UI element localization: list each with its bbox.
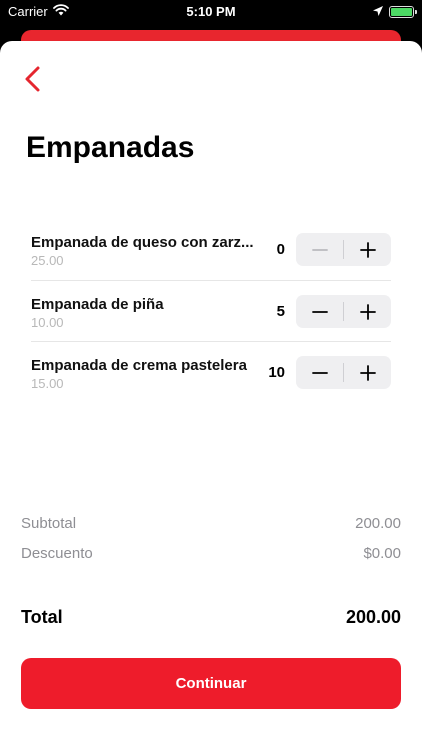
status-right (373, 4, 417, 19)
status-bar: Carrier 5:10 PM (0, 0, 422, 24)
battery-icon (389, 5, 417, 18)
item-price: 15.00 (31, 376, 64, 391)
discount-value: $0.00 (363, 545, 401, 562)
item-quantity: 5 (276, 303, 285, 320)
subtotal-row: Subtotal 200.00 (21, 507, 401, 537)
product-list: Empanada de queso con zarz... 25.00 0 Em… (31, 219, 391, 402)
total-row: Total 200.00 (21, 607, 401, 631)
plus-icon (359, 303, 376, 320)
increment-button[interactable] (344, 295, 391, 328)
quantity-stepper (296, 295, 391, 328)
order-summary: Subtotal 200.00 Descuento $0.00 (21, 507, 401, 567)
item-name: Empanada de piña (31, 296, 164, 313)
continue-button[interactable]: Continuar (21, 658, 401, 709)
discount-row: Descuento $0.00 (21, 537, 401, 567)
minus-icon (311, 248, 328, 251)
subtotal-label: Subtotal (21, 515, 77, 532)
location-arrow-icon (373, 4, 383, 19)
minus-icon (311, 371, 328, 374)
modal-sheet: Empanadas Empanada de queso con zarz... … (0, 41, 422, 750)
increment-button[interactable] (344, 356, 391, 389)
quantity-stepper (296, 356, 391, 389)
increment-button[interactable] (344, 233, 391, 266)
item-name: Empanada de queso con zarz... (31, 234, 254, 251)
item-name: Empanada de crema pastelera (31, 357, 247, 374)
list-item: Empanada de crema pastelera 15.00 10 (31, 341, 391, 402)
plus-icon (359, 364, 376, 381)
item-price: 10.00 (31, 315, 64, 330)
chevron-left-icon (25, 66, 40, 92)
total-label: Total (21, 607, 63, 627)
back-button[interactable] (22, 65, 46, 93)
plus-icon (359, 241, 376, 258)
discount-label: Descuento (21, 545, 93, 562)
page-title: Empanadas (26, 131, 195, 164)
total-value: 200.00 (345, 607, 401, 627)
subtotal-value: 200.00 (355, 515, 401, 532)
decrement-button[interactable] (296, 356, 343, 389)
status-time: 5:10 PM (186, 4, 236, 19)
list-item: Empanada de piña 10.00 5 (31, 280, 391, 341)
item-price: 25.00 (31, 253, 64, 268)
list-item: Empanada de queso con zarz... 25.00 0 (31, 219, 391, 280)
decrement-button[interactable] (296, 233, 343, 266)
minus-icon (311, 310, 328, 313)
item-quantity: 10 (268, 364, 285, 381)
decrement-button[interactable] (296, 295, 343, 328)
quantity-stepper (296, 233, 391, 266)
item-quantity: 0 (276, 241, 285, 258)
